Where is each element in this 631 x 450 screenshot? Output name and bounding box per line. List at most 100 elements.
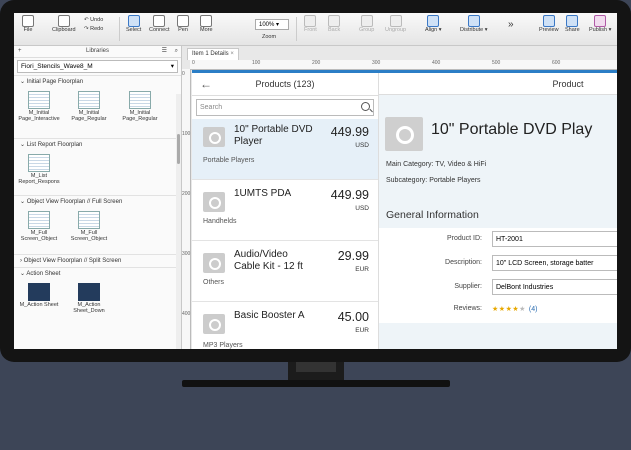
field-label: Description: [445,259,482,266]
add-library-icon[interactable]: + [18,46,22,57]
search-icon[interactable]: ⌕ [175,46,178,57]
pen-button[interactable]: Pen [177,15,189,33]
section-object-view-full[interactable]: ⌄ Object View Floorplan // Full Screen [14,195,181,208]
section-list-report[interactable]: ⌄ List Report Floorplan [14,138,181,151]
camera-icon [203,314,225,334]
field-label: Reviews: [453,305,482,312]
ruler-tick-label: 0 [182,71,185,77]
monitor-neck-highlight [296,362,336,372]
stencil-thumbnail [28,91,50,109]
search-icon[interactable] [361,102,370,111]
master-list: ← Products (123) Search 10" Portable DVD… [192,73,379,349]
stencil-thumbnail [28,211,50,229]
library-scrollbar[interactable] [176,94,181,349]
scrollbar-thumb[interactable] [177,134,180,164]
redo-button[interactable]: ↷ Redo [84,25,103,34]
send-back-icon [328,15,341,27]
ruler-tick-label: 100 [182,131,191,137]
preview-button[interactable]: Preview [539,15,559,33]
undo-redo-group: ↶ Undo ↷ Redo [84,16,103,34]
more-button[interactable]: More [200,15,213,33]
library-select[interactable]: Fiori_Stencils_Wave8_M ▾ [17,60,178,73]
chevron-right-icon: › [20,258,22,264]
ruler-tick-label: 200 [312,60,321,66]
library-item[interactable]: M_Full Screen_Object [66,211,112,242]
publish-icon [594,15,607,27]
list-item[interactable]: 1UMTS PDA 449.99 USD Handhelds [192,180,378,241]
list-item[interactable]: 10" Portable DVD Player 449.99 USD Porta… [192,119,378,180]
stencil-thumbnail [78,283,100,301]
field-label: Supplier: [454,283,482,290]
product-id-field[interactable]: HT-2001 [492,231,617,247]
star-icon: ★ [492,306,499,313]
section-initial-page[interactable]: ⌄ Initial Page Floorplan [14,75,181,88]
app-screen: File Clipboard ↶ Undo ↷ Redo Select Conn… [14,13,617,349]
file-button[interactable]: File [22,15,34,33]
library-item[interactable]: M_Initial Page_Interactive [16,91,62,122]
list-item[interactable]: Basic Booster A 45.00 EUR MP3 Players [192,302,378,349]
chevron-right-icon: » [508,19,514,30]
ruler-tick-label: 600 [552,60,561,66]
clipboard-button[interactable]: Clipboard [52,15,76,33]
ruler-tick-label: 300 [372,60,381,66]
subcategory: Subcategory: Portable Players [386,177,481,184]
tab-item-1-details[interactable]: Item 1 Details × [187,48,239,60]
front-button[interactable]: Front [304,15,317,33]
align-icon [427,15,440,27]
library-item[interactable]: M_Initial Page_Regular [117,91,163,122]
stencil-thumbnail [28,283,50,301]
zoom-label: Zoom [262,34,277,40]
list-item[interactable]: Audio/Video Cable Kit - 12 ft 29.99 EUR … [192,241,378,302]
field-label: Product ID: [446,235,482,242]
ruler-tick-label: 0 [192,60,195,66]
libraries-header: + Libraries ☰ ⌕ [14,46,181,58]
chevron-down-icon: ⌄ [20,79,26,85]
fiori-mockup[interactable]: ← Products (123) Search 10" Portable DVD… [192,70,617,349]
ungroup-button[interactable]: Ungroup [385,15,406,33]
zoom-select[interactable]: 100% ▾ [255,19,289,30]
section-action-sheet[interactable]: ⌄ Action Sheet [14,267,181,280]
list-icon[interactable]: ☰ [162,46,167,57]
connect-icon [153,15,166,27]
close-icon[interactable]: × [230,51,234,57]
select-icon [127,15,140,27]
main-toolbar: File Clipboard ↶ Undo ↷ Redo Select Conn… [14,13,617,46]
group-button[interactable]: Group [359,15,374,33]
star-icon: ★ [498,306,506,313]
stencil-thumbnail [78,91,100,109]
search-input[interactable]: Search [196,99,374,116]
share-button[interactable]: Share [565,15,580,33]
library-item[interactable]: M_Action Sheet_Down [66,283,112,314]
library-item[interactable]: M_Full Screen_Object [16,211,62,242]
ungroup-icon [389,15,402,27]
design-canvas: Item 1 Details × 0 100 200 300 400 500 6… [182,46,617,349]
supplier-field[interactable]: DelBont Industries [492,279,617,295]
description-field[interactable]: 10" LCD Screen, storage batter [492,255,617,271]
library-item[interactable]: M_Action Sheet [16,283,62,308]
library-item[interactable]: M_Initial Page_Regular [66,91,112,122]
publish-button[interactable]: Publish ▾ [589,15,611,33]
select-button[interactable]: Select [126,15,141,33]
align-button[interactable]: Align ▾ [425,15,442,33]
section-object-view-split[interactable]: › Object View Floorplan // Split Screen [14,254,181,267]
undo-button[interactable]: ↶ Undo [84,16,103,25]
ruler-tick-label: 300 [182,251,191,257]
ruler-tick-label: 100 [252,60,261,66]
section-items: M_List Report_Respons [14,151,181,195]
detail-header: Product [379,73,617,95]
section-items: M_Initial Page_Interactive M_Initial Pag… [14,88,181,138]
distribute-button[interactable]: Distribute ▾ [460,15,488,33]
general-info-form: Product ID: HT-2001 Description: 10" LCD… [379,228,617,323]
rating-indicator[interactable]: ★★★★★ (4) [492,305,537,313]
stencil-thumbnail [28,154,50,172]
back-button[interactable]: Back [328,15,340,33]
connect-button[interactable]: Connect [149,15,170,33]
chevron-down-icon: ⌄ [20,271,26,277]
monitor-foot [182,380,450,387]
back-arrow-icon[interactable]: ← [200,73,212,95]
libraries-panel: + Libraries ☰ ⌕ Fiori_Stencils_Wave8_M ▾… [14,46,182,349]
monitor-bezel: File Clipboard ↶ Undo ↷ Redo Select Conn… [0,0,631,362]
library-item[interactable]: M_List Report_Respons [16,154,62,185]
toolbar-overflow-button[interactable]: » [508,19,514,30]
preview-icon [542,15,555,27]
